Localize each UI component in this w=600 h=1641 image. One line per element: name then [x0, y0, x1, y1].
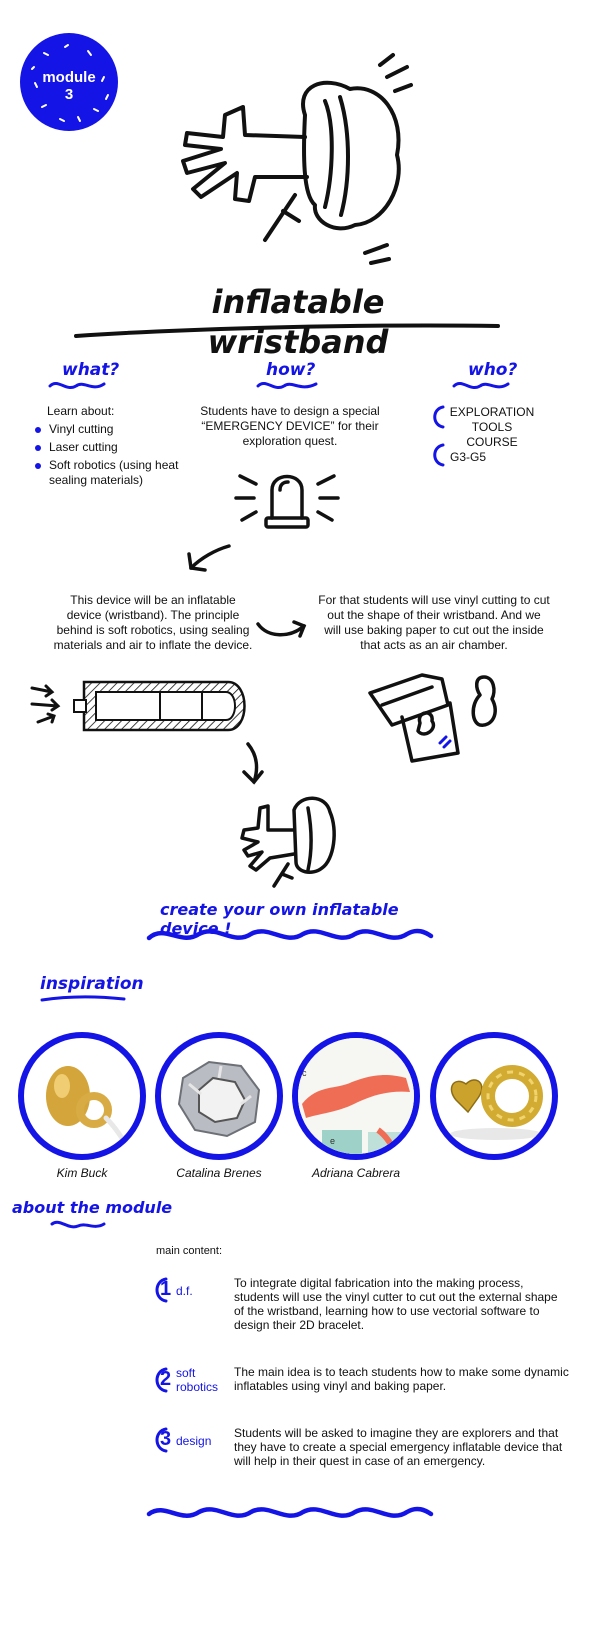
arrow-down-icon [242, 742, 264, 785]
photo-letter: c [302, 1068, 307, 1078]
about-squiggle [50, 1220, 106, 1229]
learn-item: Soft robotics (using heat sealing materi… [35, 458, 195, 488]
inspiration-caption: Kim Buck [56, 1166, 108, 1180]
item-number: 2 [160, 1368, 172, 1390]
coral-inflatable-image: c e [298, 1038, 414, 1154]
item-description: To integrate digital fabrication into th… [234, 1276, 558, 1332]
item-label: design [176, 1434, 212, 1448]
gold-inflatable-image [46, 1066, 131, 1151]
module-badge: module 3 [20, 33, 118, 131]
inspiration-heading: inspiration [40, 974, 144, 994]
inspiration-underline [40, 995, 126, 1002]
small-hand-sketch [240, 796, 336, 888]
what-heading: what? [62, 360, 120, 380]
inflated-hand-illustration [181, 53, 413, 265]
process-left-text: This device will be an inflatable device… [53, 593, 253, 652]
process-right-text: For that students will use vinyl cutting… [318, 593, 550, 652]
how-text: Students have to design a special “EMERG… [200, 404, 380, 448]
about-heading: about the module [12, 1198, 173, 1217]
badge-number: 3 [64, 86, 74, 103]
item-number: 3 [160, 1428, 172, 1450]
who-course: EXPLORATION TOOLS COURSE [449, 405, 535, 449]
inspiration-caption: Adriana Cabrera [311, 1166, 401, 1180]
arrow-right-icon [256, 620, 307, 638]
badge-label: module [42, 69, 96, 86]
how-squiggle [256, 381, 318, 389]
item-number: 1 [160, 1278, 172, 1300]
what-squiggle [48, 381, 106, 389]
who-heading: who? [468, 360, 518, 380]
air-chamber-diagram [30, 680, 246, 732]
who-squiggle [452, 381, 510, 389]
bottom-wave [146, 1506, 434, 1518]
what-intro: Learn about: [47, 404, 115, 418]
main-content-label: main content: [156, 1245, 223, 1257]
inspiration-photo [155, 1032, 283, 1160]
learn-item: Vinyl cutting [35, 422, 195, 437]
arrow-down-left-icon [187, 544, 231, 572]
inspiration-photo [430, 1032, 558, 1160]
siren-icon [234, 474, 340, 529]
inspiration-photo: c e [292, 1032, 420, 1160]
item-label: d.f. [176, 1284, 193, 1298]
inspiration-photo [18, 1032, 146, 1160]
who-grades: G3-G5 [450, 450, 487, 464]
inspiration-caption: Catalina Brenes [176, 1166, 262, 1180]
learn-item: Laser cutting [35, 440, 195, 455]
title-underline [74, 323, 500, 338]
what-section: Learn about: Vinyl cutting Laser cutting… [35, 404, 195, 491]
item-description: Students will be asked to imagine they a… [234, 1426, 563, 1468]
item-label: soft robotics [176, 1366, 219, 1394]
bracket-icon [433, 405, 445, 429]
cta-wave [146, 928, 434, 941]
photo-letter: e [330, 1136, 335, 1146]
bracket-icon [433, 443, 445, 467]
how-heading: how? [266, 360, 316, 380]
silver-ring-image [177, 1060, 261, 1138]
gold-balloons-image [450, 1065, 543, 1140]
item-description: The main idea is to teach students how t… [234, 1365, 569, 1393]
vinyl-cutter-sketch [368, 673, 497, 763]
